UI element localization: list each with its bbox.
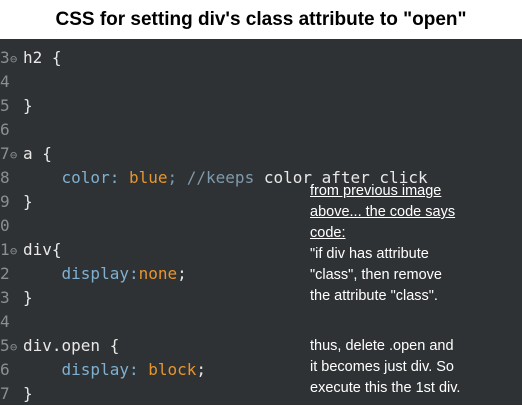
code-token: ; //keeps [167,168,264,187]
header-title-bar: CSS for setting div's class attribute to… [0,0,522,39]
code-line[interactable]: 4 [0,310,522,334]
code-token: a { [23,144,52,163]
code-token: } [23,96,33,115]
line-number: 6 [0,360,10,379]
code-token: blue [128,168,168,187]
code-token: color: [23,168,129,187]
fold-toggle-icon[interactable]: ⊖ [10,143,23,167]
code-token: } [23,192,33,211]
code-token: block [148,360,197,379]
code-token: display: [23,264,139,283]
fold-toggle-icon[interactable]: ⊖ [10,47,23,71]
code-token: ; [177,264,187,283]
line-number: 3 [0,48,10,67]
line-number: 5 [0,96,10,115]
code-token: h2 { [23,48,62,67]
note-line: from previous image [310,183,442,199]
code-line[interactable]: 5} [0,94,522,118]
note-line: execute this the 1st div. [310,380,461,396]
line-number: 0 [0,216,10,235]
fold-toggle-icon[interactable]: ⊖ [10,239,23,263]
code-line[interactable]: 4 [0,70,522,94]
code-token: div{ [23,240,62,259]
line-number: 8 [0,168,10,187]
code-line[interactable]: 3⊖ h2 { [0,46,522,70]
fold-toggle-icon[interactable]: ⊖ [10,335,23,359]
note-line: thus, delete .open and [310,338,454,354]
line-number: 6 [0,120,10,139]
note-line: above... the code says [310,204,456,220]
line-number: 9 [0,192,10,211]
line-number: 1 [0,240,10,259]
annotation-note-1: from previous image above... the code sa… [310,181,520,307]
line-number: 4 [0,72,10,91]
code-token: ; [196,360,207,379]
line-number: 7 [0,384,10,403]
line-number: 4 [0,312,10,331]
line-number: 7 [0,144,10,163]
note-line: it becomes just div. So [310,359,454,375]
annotation-note-2: thus, delete .open and it becomes just d… [310,336,520,399]
code-line[interactable]: 6 [0,118,522,142]
note-line: "class", then remove [310,267,442,283]
code-token: none [138,264,178,283]
code-token: } [23,288,33,307]
page-title: CSS for setting div's class attribute to… [55,8,467,30]
code-line[interactable]: 7⊖ a { [0,142,522,166]
code-token: display: [23,360,149,379]
note-line: the attribute "class". [310,288,438,304]
note-line: code: [310,225,346,241]
code-token: div.open { [23,336,120,355]
line-number: 5 [0,336,10,355]
note-line: "if div has attribute [310,246,429,262]
line-number: 2 [0,264,10,283]
line-number: 3 [0,288,10,307]
code-token: } [23,384,33,403]
